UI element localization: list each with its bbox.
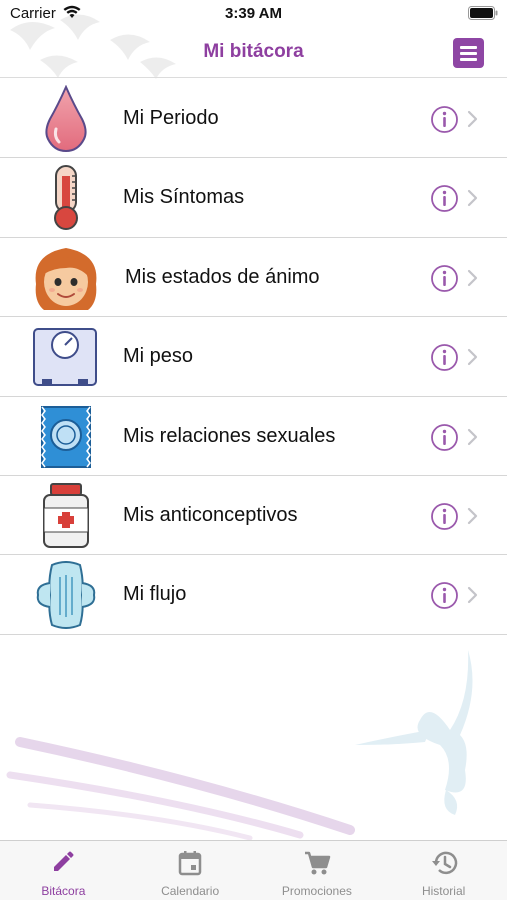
info-icon[interactable] bbox=[430, 105, 459, 134]
chevron-right-icon bbox=[467, 349, 478, 366]
condom-icon bbox=[28, 403, 104, 471]
list-item-period[interactable]: Mi Periodo bbox=[0, 79, 507, 159]
chevron-right-icon bbox=[467, 110, 478, 128]
thermometer-icon bbox=[28, 164, 104, 232]
list-item-sexual-activity[interactable]: Mis relaciones sexuales bbox=[0, 396, 507, 476]
navigation-bar: Mi bitácora bbox=[0, 30, 507, 78]
pencil-icon bbox=[54, 851, 74, 871]
item-label: Mi flujo bbox=[123, 583, 187, 606]
info-icon[interactable] bbox=[430, 343, 459, 372]
chevron-right-icon bbox=[467, 587, 478, 604]
battery-icon bbox=[468, 6, 498, 20]
info-icon[interactable] bbox=[430, 423, 459, 452]
tab-label: Historial bbox=[421, 884, 466, 898]
item-label: Mi Periodo bbox=[123, 107, 219, 129]
info-icon[interactable] bbox=[430, 502, 459, 531]
history-icon bbox=[431, 851, 457, 875]
chevron-right-icon bbox=[467, 269, 478, 286]
list-item-discharge[interactable]: Mi flujo bbox=[0, 555, 507, 635]
chevron-right-icon bbox=[467, 428, 478, 445]
calendar-icon bbox=[178, 851, 202, 876]
tab-label: Calendario bbox=[161, 884, 220, 898]
item-label: Mis anticonceptivos bbox=[123, 503, 298, 526]
item-label: Mi peso bbox=[123, 345, 194, 368]
cart-icon bbox=[304, 851, 331, 875]
hamburger-menu-icon[interactable] bbox=[453, 38, 484, 68]
tab-bar: Bitácora Calendario Promociones Historia… bbox=[0, 840, 507, 900]
list-item-weight[interactable]: Mi peso bbox=[0, 317, 507, 397]
blood-drop-icon bbox=[28, 84, 104, 153]
item-label: Mis estados de ánimo bbox=[125, 265, 320, 288]
weight-scale-icon bbox=[28, 323, 104, 391]
tab-historial[interactable]: Historial bbox=[380, 841, 507, 900]
status-bar: Carrier 3:39 AM bbox=[0, 0, 507, 30]
pill-bottle-icon bbox=[28, 482, 104, 550]
sanitary-pad-icon bbox=[28, 561, 104, 630]
status-time: 3:39 AM bbox=[225, 5, 282, 22]
info-icon[interactable] bbox=[430, 581, 459, 610]
info-icon[interactable] bbox=[430, 184, 459, 213]
face-avatar-icon bbox=[28, 244, 104, 312]
item-label: Mis relaciones sexuales bbox=[123, 424, 336, 447]
info-icon[interactable] bbox=[430, 264, 459, 293]
chevron-right-icon bbox=[467, 190, 478, 207]
chevron-right-icon bbox=[467, 507, 478, 525]
list-item-mood[interactable]: Mis estados de ánimo bbox=[0, 237, 507, 318]
page-title: Mi bitácora bbox=[203, 41, 304, 62]
tab-promociones[interactable]: Promociones bbox=[254, 841, 381, 900]
tab-bitacora[interactable]: Bitácora bbox=[0, 841, 127, 900]
log-list: Mi Periodo Mis Síntomas Mis estados de á… bbox=[0, 79, 507, 635]
tab-calendario[interactable]: Calendario bbox=[127, 841, 254, 900]
item-label: Mis Síntomas bbox=[123, 186, 245, 209]
list-item-contraceptives[interactable]: Mis anticonceptivos bbox=[0, 475, 507, 556]
list-item-symptoms[interactable]: Mis Síntomas bbox=[0, 158, 507, 238]
tab-label: Bitácora bbox=[41, 884, 86, 898]
tab-label: Promociones bbox=[281, 884, 352, 898]
